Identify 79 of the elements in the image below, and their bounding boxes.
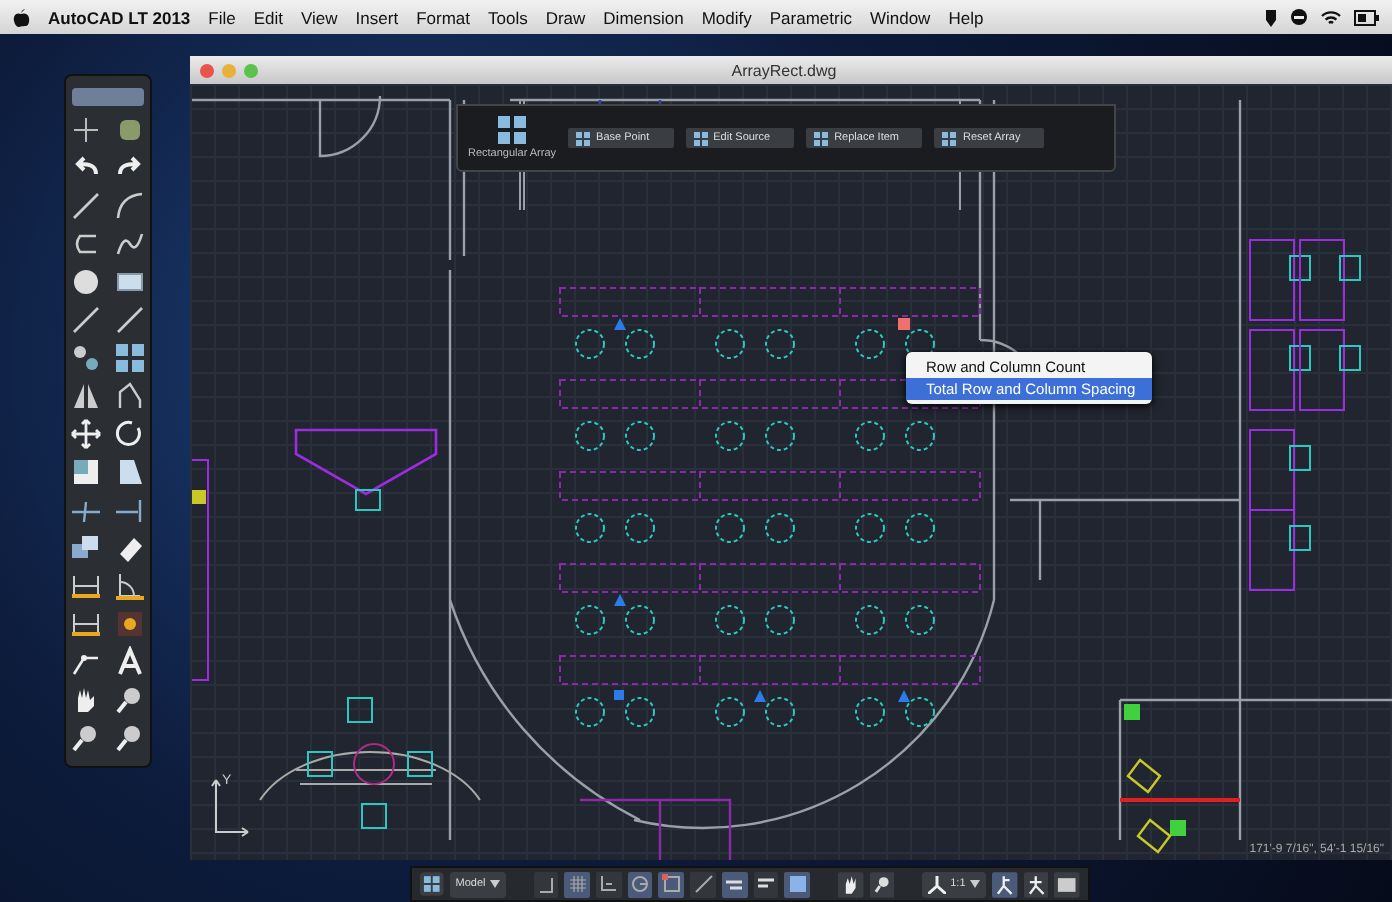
polar-toggle[interactable]: [627, 871, 653, 897]
snap-icon: [535, 874, 556, 894]
status-icon[interactable]: [1290, 8, 1308, 26]
eraser-icon[interactable]: [114, 532, 146, 564]
close-icon[interactable]: [200, 63, 214, 77]
grid-icon: [693, 131, 708, 145]
hand-icon[interactable]: [837, 871, 864, 897]
rotate-icon[interactable]: [114, 418, 146, 450]
shield-icon[interactable]: [1264, 7, 1278, 27]
polar-icon: [630, 874, 651, 894]
osnap-toggle[interactable]: [658, 871, 685, 897]
otrack-icon: [693, 874, 714, 894]
crosshair-icon[interactable]: [70, 114, 102, 146]
circle-icon[interactable]: [70, 266, 102, 298]
grid-icon: [498, 116, 527, 144]
snap-toggle[interactable]: [533, 871, 559, 897]
grid-icon: [814, 131, 829, 145]
zoom-icon[interactable]: [114, 684, 146, 716]
extend-icon[interactable]: [114, 494, 146, 526]
move-icon[interactable]: [70, 418, 102, 450]
apple-icon: [12, 7, 30, 27]
menu-item[interactable]: Edit: [253, 7, 284, 27]
wifi-icon[interactable]: [1320, 8, 1342, 26]
zoom-icon[interactable]: [114, 722, 146, 754]
copy-icon[interactable]: [70, 532, 102, 564]
transparency-icon: [787, 874, 808, 894]
lineweight-icon: [755, 874, 776, 894]
grid-icon[interactable]: [114, 342, 146, 374]
mirror-icon[interactable]: [70, 380, 102, 412]
spline-icon[interactable]: [114, 228, 146, 260]
line-icon[interactable]: [70, 304, 102, 336]
menu-item[interactable]: Modify: [701, 7, 752, 27]
annotation-visibility-icon[interactable]: [991, 871, 1017, 897]
line-icon[interactable]: [114, 304, 146, 336]
menu-item[interactable]: View: [301, 7, 338, 27]
text-icon[interactable]: [114, 646, 146, 678]
menu-item[interactable]: Format: [416, 7, 470, 27]
offset-icon[interactable]: [114, 380, 146, 412]
image-icon[interactable]: [114, 114, 146, 146]
zoom-icon[interactable]: [869, 871, 895, 897]
line-icon[interactable]: [70, 190, 102, 222]
dimension-icon[interactable]: [70, 608, 102, 640]
battery-icon[interactable]: [1354, 9, 1380, 25]
zoom-icon[interactable]: [70, 722, 102, 754]
angle-icon[interactable]: [114, 570, 146, 602]
ortho-icon: [598, 874, 619, 894]
menu-item[interactable]: Parametric: [769, 7, 852, 27]
transparency-toggle[interactable]: [784, 871, 811, 897]
app-name[interactable]: AutoCAD LT 2013: [48, 7, 191, 27]
block-icon[interactable]: [114, 608, 146, 640]
menu-item[interactable]: Dimension: [603, 7, 684, 27]
grid-icon: [576, 131, 591, 145]
menu-item[interactable]: Tools: [487, 7, 528, 27]
grid-toggle[interactable]: [564, 871, 590, 897]
dyn-toggle[interactable]: [721, 871, 748, 897]
layout-icon[interactable]: [420, 872, 444, 896]
window-title: ArrayRect.dwg: [729, 61, 839, 79]
ucs-icon: [206, 776, 250, 840]
cluster-icon[interactable]: [70, 342, 102, 374]
ortho-toggle[interactable]: [596, 871, 622, 897]
screen-icon[interactable]: [1054, 871, 1080, 897]
grid-icon: [942, 131, 957, 145]
grid-icon: [567, 874, 588, 894]
scale-icon[interactable]: [70, 456, 102, 488]
stretch-icon[interactable]: [114, 456, 146, 488]
menu-item[interactable]: Draw: [545, 7, 586, 27]
menu-item[interactable]: Window: [869, 7, 931, 27]
menu-item[interactable]: Help: [948, 7, 984, 27]
osnap-icon: [661, 874, 682, 894]
caret-icon: [489, 880, 500, 888]
annotation-icon: [928, 875, 947, 893]
caret-icon: [969, 880, 980, 888]
otrack-toggle[interactable]: [690, 871, 716, 897]
menu-item[interactable]: Insert: [355, 7, 399, 27]
menu-item[interactable]: File: [208, 7, 236, 27]
arc-icon[interactable]: [114, 190, 146, 222]
dimension-icon[interactable]: [70, 570, 102, 602]
lineweight-toggle[interactable]: [753, 871, 779, 897]
auto-scale-icon[interactable]: [1023, 871, 1049, 897]
